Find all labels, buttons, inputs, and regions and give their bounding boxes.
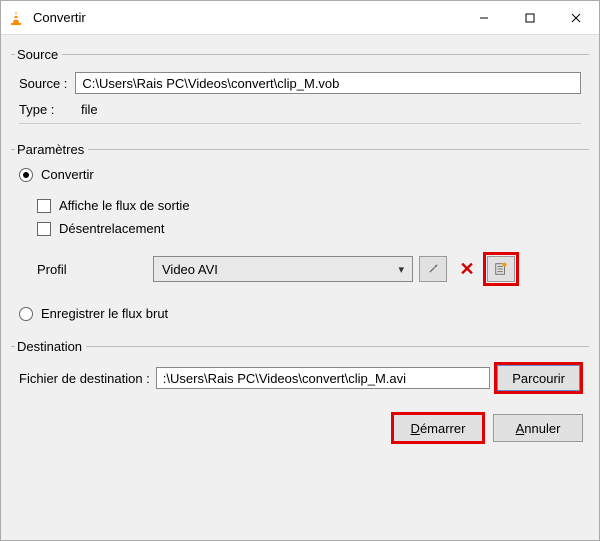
radio-dump-raw-indicator [19, 307, 33, 321]
vlc-cone-icon [1, 10, 31, 26]
maximize-button[interactable] [507, 1, 553, 35]
destination-legend: Destination [15, 339, 86, 354]
source-path-input[interactable] [75, 72, 581, 94]
browse-button-label: Parcourir [512, 371, 565, 386]
destination-path-input[interactable] [156, 367, 490, 389]
source-legend: Source [15, 47, 62, 62]
checkbox-show-output[interactable]: Affiche le flux de sortie [37, 198, 581, 213]
parameters-legend: Paramètres [15, 142, 88, 157]
delete-profile-button[interactable]: ✕ [453, 256, 481, 282]
type-value: file [81, 102, 98, 117]
radio-dump-raw[interactable]: Enregistrer le flux brut [19, 306, 581, 321]
profile-selected-value: Video AVI [162, 262, 218, 277]
cancel-button[interactable]: Annuler [493, 414, 583, 442]
close-button[interactable] [553, 1, 599, 35]
destination-group: Destination Fichier de destination : Par… [11, 339, 589, 400]
start-button-label: Démarrer [411, 421, 466, 436]
checkbox-deinterlace-label: Désentrelacement [59, 221, 165, 236]
type-label: Type : [19, 102, 73, 117]
x-icon: ✕ [459, 259, 474, 280]
source-group: Source Source : Type : file [11, 47, 589, 132]
new-profile-button[interactable] [487, 256, 515, 282]
window-title: Convertir [31, 10, 461, 25]
minimize-button[interactable] [461, 1, 507, 35]
profile-combobox[interactable]: Video AVI [153, 256, 413, 282]
profile-label: Profil [19, 262, 147, 277]
checkbox-deinterlace-box [37, 222, 51, 236]
wrench-icon [426, 262, 440, 276]
radio-dump-raw-label: Enregistrer le flux brut [41, 306, 168, 321]
start-button[interactable]: Démarrer [393, 414, 483, 442]
checkbox-show-output-label: Affiche le flux de sortie [59, 198, 190, 213]
radio-convert[interactable]: Convertir [19, 167, 581, 182]
checkbox-show-output-box [37, 199, 51, 213]
parameters-group: Paramètres Convertir Affiche le flux de … [11, 142, 589, 329]
checkbox-deinterlace[interactable]: Désentrelacement [37, 221, 581, 236]
dialog-footer: Démarrer Annuler [11, 406, 589, 450]
radio-convert-indicator [19, 168, 33, 182]
convert-dialog: Convertir Source Source : Type : file Pa… [0, 0, 600, 541]
edit-profile-button[interactable] [419, 256, 447, 282]
client-area: Source Source : Type : file Paramètres C… [1, 35, 599, 540]
cancel-button-label: Annuler [516, 421, 561, 436]
radio-convert-label: Convertir [41, 167, 94, 182]
browse-button[interactable]: Parcourir [496, 364, 581, 392]
destination-file-label: Fichier de destination : [19, 371, 150, 386]
source-label: Source : [19, 76, 67, 91]
titlebar: Convertir [1, 1, 599, 35]
list-new-icon [494, 262, 508, 276]
